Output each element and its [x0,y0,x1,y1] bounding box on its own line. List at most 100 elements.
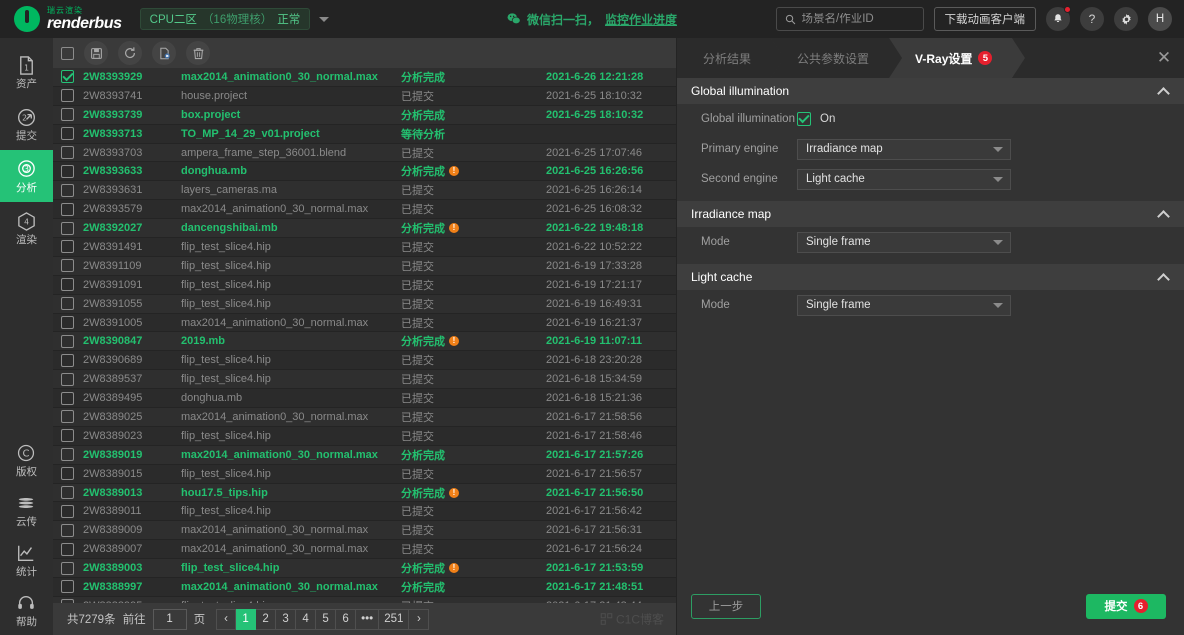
chevron-up-icon[interactable] [1159,209,1170,220]
row-checkbox[interactable] [61,316,74,330]
row-checkbox[interactable] [61,523,74,537]
table-row[interactable]: 2W8388997 max2014_animation0_30_normal.ma… [53,578,676,597]
page-button-251[interactable]: 251 [379,608,410,630]
row-checkbox[interactable] [61,353,74,367]
warning-icon[interactable]: ! [449,563,459,574]
search-input[interactable] [801,13,915,25]
sidebar-item-render[interactable]: 4 渲染 [0,202,53,254]
row-checkbox[interactable] [61,429,74,443]
row-checkbox[interactable] [61,240,74,254]
wechat-monitor-banner[interactable]: 微信扫一扫， 监控作业进度 [507,11,677,28]
row-checkbox[interactable] [61,467,74,481]
page-button-[interactable]: ••• [356,608,380,630]
sidebar-item-submit[interactable]: 2 提交 [0,98,53,150]
warning-icon[interactable]: ! [449,223,459,234]
sidebar-item-statistics[interactable]: 统计 [0,535,53,585]
table-row[interactable]: 2W8389019 max2014_animation0_30_normal.ma… [53,445,676,465]
search-box[interactable] [775,7,924,31]
table-row[interactable]: 2W8389007 max2014_animation0_30_normal.ma… [53,540,676,560]
row-checkbox[interactable] [61,580,74,594]
table-row[interactable]: 2W8391055 flip_test_slice4.hip 已提交 2021-6-1… [53,294,676,314]
page-button-6[interactable]: 6 [336,608,357,630]
section-header-global-illumination[interactable]: Global illumination [677,78,1184,104]
page-button-4[interactable]: 4 [296,608,317,630]
field-select[interactable]: Light cache [797,168,1011,190]
sidebar-item-analysis[interactable]: 3 分析 [0,150,53,202]
refresh-button[interactable] [118,41,142,65]
page-button-3[interactable]: 3 [276,608,297,630]
table-row[interactable]: 2W8393739 box.project 分析完成 2021-6-25 18:10:… [53,105,676,125]
table-row[interactable]: 2W8389023 flip_test_slice4.hip 已提交 2021-6-1… [53,426,676,446]
wechat-banner-link[interactable]: 监控作业进度 [605,11,677,28]
page-button-1[interactable]: 1 [236,608,257,630]
sidebar-item-assets[interactable]: 1 资产 [0,46,53,98]
page-button-2[interactable]: 2 [256,608,277,630]
table-row[interactable]: 2W8393579 max2014_animation0_30_normal.ma… [53,200,676,220]
close-panel-button[interactable]: ✕ [1144,38,1184,78]
page-list[interactable]: ‹ 1 2 3 4 5 6 ••• 251 › [216,608,430,630]
table-row[interactable]: 2W8389015 flip_test_slice4.hip 已提交 2021-6-1… [53,464,676,484]
row-checkbox[interactable] [61,410,74,424]
field-select[interactable]: Irradiance map [797,138,1011,160]
table-row[interactable]: 2W8393929 max2014_animation0_30_normal.ma… [53,68,676,87]
row-checkbox[interactable] [61,391,74,405]
table-row[interactable]: 2W8389025 max2014_animation0_30_normal.ma… [53,408,676,427]
section-header-irradiance-map[interactable]: Irradiance map [677,201,1184,227]
row-checkbox[interactable] [61,70,74,84]
field-select[interactable]: Single frame [797,294,1011,316]
table-row[interactable]: 2W8393713 TO_MP_14_29_v01.project 等待分析 [53,124,676,144]
row-checkbox[interactable] [61,259,74,273]
save-button[interactable] [84,41,108,65]
table-row[interactable]: 2W8389009 max2014_animation0_30_normal.ma… [53,521,676,541]
row-checkbox[interactable] [61,561,74,575]
notifications-button[interactable] [1046,6,1071,31]
submit-button[interactable]: 提交 6 [1086,593,1166,619]
table-row[interactable]: 2W8391091 flip_test_slice4.hip 已提交 2021-6-1… [53,275,676,295]
table-row[interactable]: 2W8389013 hou17.5_tips.hip 分析完成! 2021-6-17 … [53,483,676,503]
warning-icon[interactable]: ! [449,336,459,347]
warning-icon[interactable]: ! [449,166,459,177]
settings-button[interactable] [1114,7,1138,31]
tab-vray-settings[interactable]: V-Ray设置 5 [889,38,1026,78]
sidebar-item-copyright[interactable]: C 版权 [0,435,53,485]
row-checkbox[interactable] [61,486,74,500]
chevron-down-icon[interactable] [319,16,330,22]
row-checkbox[interactable] [61,278,74,292]
section-header-light-cache[interactable]: Light cache [677,264,1184,290]
sidebar-item-cloud-transfer[interactable]: 云传 [0,485,53,535]
goto-page-input[interactable] [152,608,187,630]
jobs-table[interactable]: 2W8393929 max2014_animation0_30_normal.ma… [53,68,676,603]
table-row[interactable]: 2W8393633 donghua.mb 分析完成! 2021-6-25 16:26:… [53,162,676,182]
tab-common-params[interactable]: 公共参数设置 [771,38,903,78]
table-row[interactable]: 2W8389537 flip_test_slice4.hip 已提交 2021-6-1… [53,370,676,390]
row-checkbox[interactable] [61,334,74,348]
row-checkbox[interactable] [61,448,74,462]
table-row[interactable]: 2W8390689 flip_test_slice4.hip 已提交 2021-6-1… [53,351,676,371]
table-row[interactable]: 2W8391109 flip_test_slice4.hip 已提交 2021-6-1… [53,256,676,276]
field-select[interactable]: Single frame [797,231,1011,253]
row-checkbox[interactable] [61,542,74,556]
row-checkbox[interactable] [61,202,74,216]
table-row[interactable]: 2W8391491 flip_test_slice4.hip 已提交 2021-6-2… [53,238,676,257]
tab-analysis-result[interactable]: 分析结果 [677,38,785,78]
chevron-up-icon[interactable] [1159,86,1170,97]
cancel-analysis-button[interactable] [152,41,176,65]
row-checkbox[interactable] [61,146,74,159]
download-client-button[interactable]: 下载动画客户端 [933,7,1036,31]
sidebar-item-help[interactable]: 帮助 [0,585,53,635]
table-row[interactable]: 2W8392027 dancengshibai.mb 分析完成! 2021-6-22 … [53,219,676,239]
chevron-up-icon[interactable] [1159,272,1170,283]
row-checkbox[interactable] [61,297,74,311]
row-checkbox[interactable] [61,108,74,122]
brand-logo[interactable]: 瑞云渲染 renderbus [14,6,122,32]
row-checkbox[interactable] [61,372,74,386]
field-checkbox[interactable] [797,112,811,126]
table-row[interactable]: 2W8389495 donghua.mb 已提交 2021-6-18 15:21:36… [53,389,676,409]
prev-page-button[interactable]: ‹ [216,608,237,630]
table-row[interactable]: 2W8393703 ampera_frame_step_36001.blend 已提… [53,143,676,163]
next-page-button[interactable]: › [409,608,430,630]
row-checkbox[interactable] [61,89,74,103]
table-row[interactable]: 2W8393631 layers_cameras.ma 已提交 2021-6-25 1… [53,181,676,201]
avatar[interactable]: H [1148,7,1172,31]
row-checkbox[interactable] [61,127,74,141]
